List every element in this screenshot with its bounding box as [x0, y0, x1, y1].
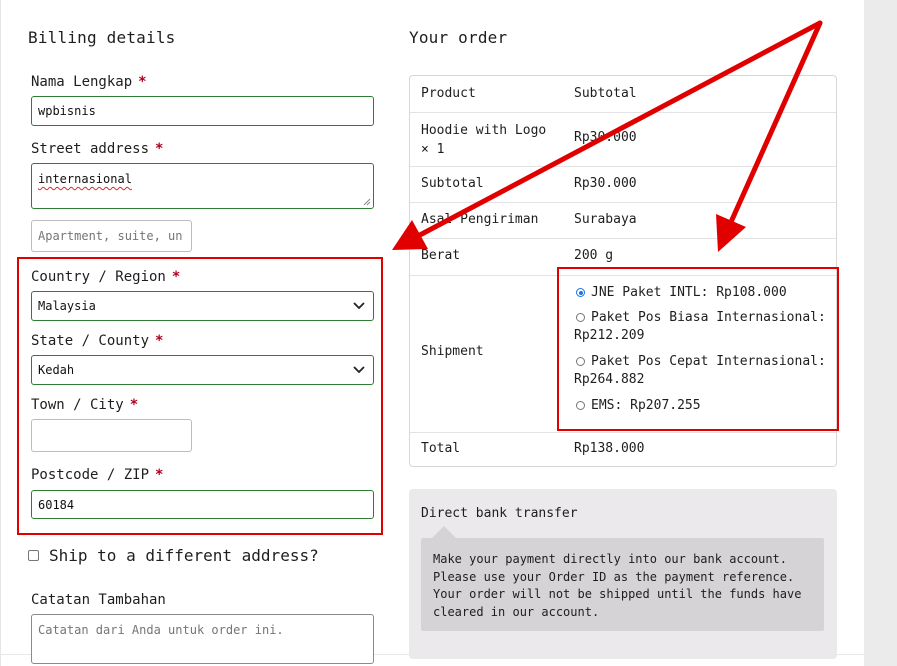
street-label-text: Street address: [31, 141, 150, 157]
subtotal-label: Subtotal: [421, 176, 484, 191]
annotation-highlight-shipping: [557, 267, 839, 431]
postcode-field-label: Postcode / ZIP *: [31, 467, 163, 483]
table-row: Hoodie with Logo × 1 Rp30.000: [410, 112, 836, 167]
resize-handle-icon[interactable]: [363, 198, 371, 206]
payment-desc-line: Make your payment directly into our bank…: [433, 552, 788, 566]
town-label-text: Town / City: [31, 397, 124, 413]
required-mark: *: [155, 141, 164, 157]
table-header-row: Product Subtotal: [410, 76, 836, 113]
name-label-text: Nama Lengkap: [31, 74, 133, 90]
country-select-value: Malaysia: [38, 299, 96, 313]
state-select-value: Kedah: [38, 363, 75, 377]
order-notes-input[interactable]: Catatan dari Anda untuk order ini.: [31, 614, 374, 664]
ship-different-checkbox[interactable]: [28, 550, 39, 561]
state-select[interactable]: Kedah: [31, 355, 374, 385]
notes-field-label: Catatan Tambahan: [31, 592, 166, 608]
ship-different-row[interactable]: Ship to a different address?: [28, 546, 319, 565]
postcode-input[interactable]: 60184: [31, 490, 374, 519]
payment-description: Make your payment directly into our bank…: [421, 538, 824, 631]
payment-method-bank-transfer[interactable]: Direct bank transfer: [421, 506, 578, 521]
origin-value: Surabaya: [574, 212, 637, 227]
subtotal-value: Rp30.000: [574, 176, 637, 191]
column-header-subtotal: Subtotal: [574, 86, 637, 101]
payment-description-notch: [432, 526, 456, 538]
your-order-title: Your order: [409, 28, 508, 47]
page-left-border: [0, 0, 1, 666]
country-select[interactable]: Malaysia: [31, 291, 374, 321]
ship-different-label: Ship to a different address?: [49, 546, 319, 565]
payment-desc-line: cleared in our account.: [433, 604, 600, 619]
weight-value: 200 g: [574, 248, 614, 263]
required-mark: *: [171, 269, 181, 285]
weight-label: Berat: [421, 248, 461, 263]
country-label-text: Country / Region: [31, 269, 166, 285]
apartment-placeholder: Apartment, suite, un: [38, 229, 183, 243]
table-row: Asal Pengiriman Surabaya: [410, 202, 836, 239]
column-header-product: Product: [421, 86, 476, 101]
name-input[interactable]: wpbisnis: [31, 96, 374, 126]
product-quantity: × 1: [421, 142, 445, 157]
billing-details-title: Billing details: [28, 28, 176, 47]
product-name-line1: Hoodie with Logo: [421, 123, 547, 138]
payment-desc-line: Your order will not be shipped until the…: [433, 587, 802, 601]
required-mark: *: [129, 397, 139, 413]
payment-desc-line: Please use your Order ID as the payment …: [433, 569, 795, 584]
postcode-label-text: Postcode / ZIP: [31, 467, 150, 483]
required-mark: *: [155, 333, 164, 349]
table-row: Subtotal Rp30.000: [410, 166, 836, 203]
product-name: Hoodie with Logo × 1: [421, 121, 546, 159]
required-mark: *: [155, 467, 164, 483]
product-price: Rp30.000: [574, 130, 637, 145]
total-row: Total Rp138.000: [410, 432, 836, 466]
chevron-down-icon: [353, 366, 365, 374]
shipment-label: Shipment: [421, 344, 484, 359]
street-field-label: Street address *: [31, 141, 163, 157]
town-field-label: Town / City *: [31, 397, 138, 413]
notes-placeholder: Catatan dari Anda untuk order ini.: [38, 623, 284, 637]
total-value: Rp138.000: [574, 441, 645, 456]
name-field-label: Nama Lengkap *: [31, 74, 147, 90]
street-address-input[interactable]: internasional: [31, 163, 374, 209]
name-input-value: wpbisnis: [38, 104, 96, 118]
required-mark: *: [138, 74, 147, 90]
page-right-gutter: [864, 0, 897, 666]
street-input-value: internasional: [38, 172, 132, 186]
origin-label: Asal Pengiriman: [421, 212, 539, 227]
country-field-label: Country / Region *: [31, 269, 180, 285]
town-input[interactable]: [31, 419, 192, 452]
chevron-down-icon: [353, 302, 365, 310]
state-label-text: State / County: [31, 333, 150, 349]
state-field-label: State / County *: [31, 333, 163, 349]
total-label: Total: [421, 441, 461, 456]
apartment-input[interactable]: Apartment, suite, un: [31, 220, 192, 252]
postcode-input-value: 60184: [38, 497, 75, 512]
